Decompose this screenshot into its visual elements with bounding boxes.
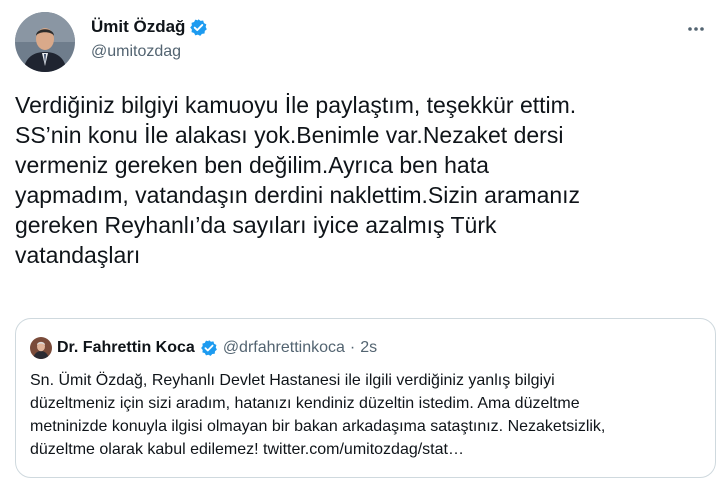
- quoted-line: Sn. Ümit Özdağ, Reyhanlı Devlet Hastanes…: [30, 372, 555, 389]
- quoted-tweet-header: Dr. Fahrettin Koca @drfahrettinkoca · 2s: [30, 337, 377, 359]
- quoted-timestamp: 2s: [360, 339, 378, 356]
- tweet-line: SS’nin konu İle alakası yok.Benimle var.…: [15, 122, 564, 148]
- quoted-author-avatar: [30, 337, 52, 359]
- quoted-line: metninizde konuyla ilgisi olmayan bir ba…: [30, 418, 606, 435]
- quoted-tweet-card[interactable]: Dr. Fahrettin Koca @drfahrettinkoca · 2s…: [15, 318, 716, 478]
- author-name-row[interactable]: Ümit Özdağ: [91, 15, 208, 39]
- tweet-line: yapmadım, vatandaşın derdini naklettim.S…: [15, 182, 581, 208]
- author-handle[interactable]: @umitozdag: [91, 43, 181, 61]
- tweet-line: vatandaşları: [15, 242, 141, 268]
- author-avatar[interactable]: [15, 12, 75, 72]
- quoted-tweet-text: Sn. Ümit Özdağ, Reyhanlı Devlet Hastanes…: [30, 369, 710, 461]
- more-horizontal-icon: [688, 27, 704, 31]
- quoted-line: düzeltmeniz için sizi aradım, hatanızı k…: [30, 395, 580, 412]
- more-options-button[interactable]: [686, 19, 706, 39]
- tweet-line: gereken Reyhanlı’da sayıları iyice azalm…: [15, 212, 497, 238]
- quoted-line: düzeltme olarak kabul edilemez! twitter.…: [30, 441, 464, 458]
- quoted-author-handle: @drfahrettinkoca: [222, 339, 345, 356]
- author-display-name[interactable]: Ümit Özdağ: [91, 17, 185, 37]
- quoted-author-display-name: Dr. Fahrettin Koca: [57, 339, 195, 356]
- separator-dot: ·: [349, 339, 356, 356]
- verified-badge-icon: [189, 18, 208, 37]
- tweet-text: Verdiğiniz bilgiyi kamuoyu İle paylaştım…: [15, 90, 715, 270]
- tweet-line: Verdiğiniz bilgiyi kamuoyu İle paylaştım…: [15, 92, 577, 118]
- tweet-line: vermeniz gereken ben değilim.Ayrıca ben …: [15, 152, 489, 178]
- verified-badge-icon: [200, 339, 218, 357]
